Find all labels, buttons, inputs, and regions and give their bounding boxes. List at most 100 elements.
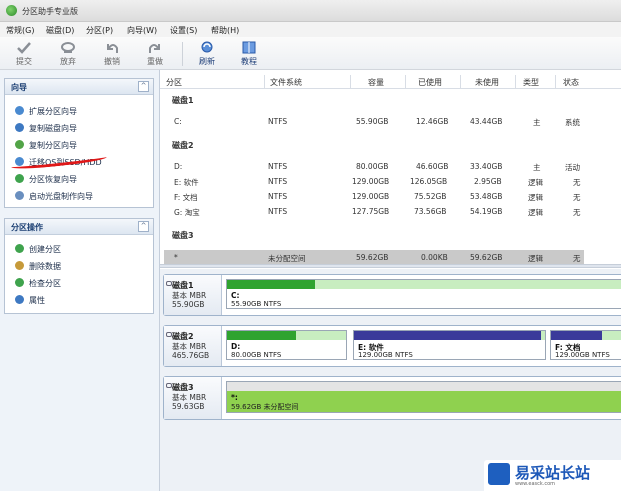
partition-size: 129.00GB NTFS (555, 351, 610, 359)
wizard-item-label: 启动光盘制作向导 (29, 192, 93, 201)
menu-disk[interactable]: 磁盘(D) (46, 25, 74, 36)
disk1-map[interactable]: 磁盘1 基本 MBR 55.90GB C: 55.90GB NTFS (163, 274, 621, 316)
redo-icon (149, 44, 160, 53)
cell-free: 59.62GB (470, 253, 503, 262)
cell-free: 33.40GB (470, 162, 503, 171)
commit-button[interactable]: 提交 (8, 38, 40, 68)
cell-status: 活动 (565, 163, 580, 172)
disk3-map[interactable]: 磁盘3 基本 MBR 59.63GB *: 59.62GB 未分配空间 (163, 376, 621, 420)
checkmark-icon (17, 42, 31, 54)
cell-capacity: 80.00GB (356, 162, 389, 171)
wizard-panel: 向导 ^ 扩展分区向导 复制磁盘向导 复制分区向导 迁移OS到SSD/HDD 分… (4, 78, 154, 208)
disk2-map[interactable]: 磁盘2 基本 MBR 465.76GB D: 80.00GB NTFS E: 软… (163, 325, 621, 367)
column-divider (460, 75, 461, 89)
cell-partition: C: (174, 117, 182, 126)
table-row[interactable]: D: NTFS 80.00GB 46.60GB 33.40GB 主 活动 (164, 159, 584, 174)
refresh-label: 刷新 (199, 57, 215, 66)
partition-d[interactable]: D: 80.00GB NTFS (226, 330, 347, 360)
op-item-label: 检查分区 (29, 279, 61, 288)
cell-free: 43.44GB (470, 117, 503, 126)
column-divider (264, 75, 265, 89)
partition-c[interactable]: C: 55.90GB NTFS (226, 279, 621, 309)
partition-name: *: (231, 393, 238, 402)
cell-type: 主 (533, 163, 541, 172)
undo-button[interactable]: 撤销 (96, 38, 128, 68)
col-status[interactable]: 状态 (563, 77, 579, 88)
cell-capacity: 129.00GB (352, 177, 390, 186)
col-free[interactable]: 未使用 (475, 77, 499, 88)
table-row-selected[interactable]: * 未分配空间 59.62GB 0.00KB 59.62GB 逻辑 无 (164, 250, 584, 265)
disk3-group-label: 磁盘3 (172, 231, 194, 240)
app-logo-icon (6, 5, 17, 16)
table-row[interactable]: F: 文档 NTFS 129.00GB 75.52GB 53.48GB 逻辑 无 (164, 189, 584, 204)
cell-free: 53.48GB (470, 192, 503, 201)
menu-settings[interactable]: 设置(S) (170, 25, 197, 36)
cell-partition: F: 文档 (174, 193, 198, 202)
wizard-item-label: 分区恢复向导 (29, 175, 77, 184)
cell-used: 12.46GB (416, 117, 449, 126)
cell-filesystem: NTFS (268, 177, 288, 186)
col-capacity[interactable]: 容量 (368, 77, 384, 88)
col-used[interactable]: 已使用 (418, 77, 442, 88)
disk1-info: 磁盘1 基本 MBR 55.90GB (164, 275, 222, 315)
partition-size: 59.62GB 未分配空间 (231, 403, 299, 411)
menu-bar: 常规(G) 磁盘(D) 分区(P) 向导(W) 设置(S) 帮助(H) (0, 22, 621, 37)
extend-icon (15, 106, 24, 115)
collapse-icon[interactable]: ^ (138, 81, 149, 92)
table-row[interactable]: E: 软件 NTFS 129.00GB 126.05GB 2.95GB 逻辑 无 (164, 174, 584, 189)
column-divider (405, 75, 406, 89)
usage-fill (354, 331, 542, 340)
col-filesystem[interactable]: 文件系统 (270, 77, 302, 88)
pane-splitter[interactable] (160, 264, 621, 268)
cell-filesystem: NTFS (268, 207, 288, 216)
refresh-button[interactable]: 刷新 (191, 38, 223, 68)
cell-partition: * (174, 253, 178, 262)
col-partition[interactable]: 分区 (166, 77, 182, 88)
partition-e[interactable]: E: 软件 129.00GB NTFS (353, 330, 546, 360)
menu-wizard[interactable]: 向导(W) (127, 25, 157, 36)
partition-name: D: (231, 342, 241, 351)
cell-filesystem: NTFS (268, 117, 288, 126)
discard-icon (61, 42, 75, 53)
cell-capacity: 55.90GB (356, 117, 389, 126)
cell-partition: G: 淘宝 (174, 208, 200, 217)
menu-general[interactable]: 常规(G) (6, 25, 34, 36)
op-item-label: 属性 (29, 296, 45, 305)
window-title: 分区助手专业版 (22, 7, 78, 16)
toolbar-separator (182, 42, 183, 66)
cell-type: 逻辑 (528, 193, 543, 202)
cell-status: 无 (573, 178, 581, 187)
cell-used: 46.60GB (416, 162, 449, 171)
left-sidebar: 向导 ^ 扩展分区向导 复制磁盘向导 复制分区向导 迁移OS到SSD/HDD 分… (0, 70, 160, 491)
table-row[interactable]: C: NTFS 55.90GB 12.46GB 43.44GB 主 系统 (164, 114, 584, 129)
discard-button[interactable]: 放弃 (52, 38, 84, 68)
partition-f[interactable]: F: 文档 129.00GB NTFS (550, 330, 621, 360)
usage-fill (551, 331, 603, 340)
partition-unallocated[interactable]: *: 59.62GB 未分配空间 (226, 381, 621, 413)
col-type[interactable]: 类型 (523, 77, 539, 88)
disk3-info: 磁盘3 基本 MBR 59.63GB (164, 377, 222, 419)
partition-size: 80.00GB NTFS (231, 351, 282, 359)
column-divider (515, 75, 516, 89)
recovery-icon (15, 174, 24, 183)
table-row[interactable]: G: 淘宝 NTFS 127.75GB 73.56GB 54.19GB 逻辑 无 (164, 204, 584, 219)
watermark: 易采站长站 www.easck.com (484, 460, 621, 491)
tutorial-button[interactable]: 教程 (233, 38, 265, 68)
cell-status: 无 (573, 193, 581, 202)
cell-free: 54.19GB (470, 207, 503, 216)
cell-free: 2.95GB (474, 177, 502, 186)
cell-used: 75.52GB (414, 192, 447, 201)
undo-label: 撤销 (104, 57, 120, 66)
redo-button[interactable]: 重做 (139, 38, 171, 68)
undo-icon (107, 44, 118, 53)
menu-help[interactable]: 帮助(H) (211, 25, 239, 36)
collapse-icon[interactable]: ^ (138, 221, 149, 232)
menu-partition[interactable]: 分区(P) (86, 25, 113, 36)
wizard-item-label: 复制磁盘向导 (29, 124, 77, 133)
wizard-panel-header[interactable]: 向导 ^ (5, 79, 153, 95)
disk-size: 59.63GB (172, 402, 205, 411)
cell-filesystem: 未分配空间 (268, 254, 306, 263)
operations-panel-header[interactable]: 分区操作 ^ (5, 219, 153, 235)
cell-status: 无 (573, 254, 581, 263)
usage-bar (227, 382, 621, 391)
